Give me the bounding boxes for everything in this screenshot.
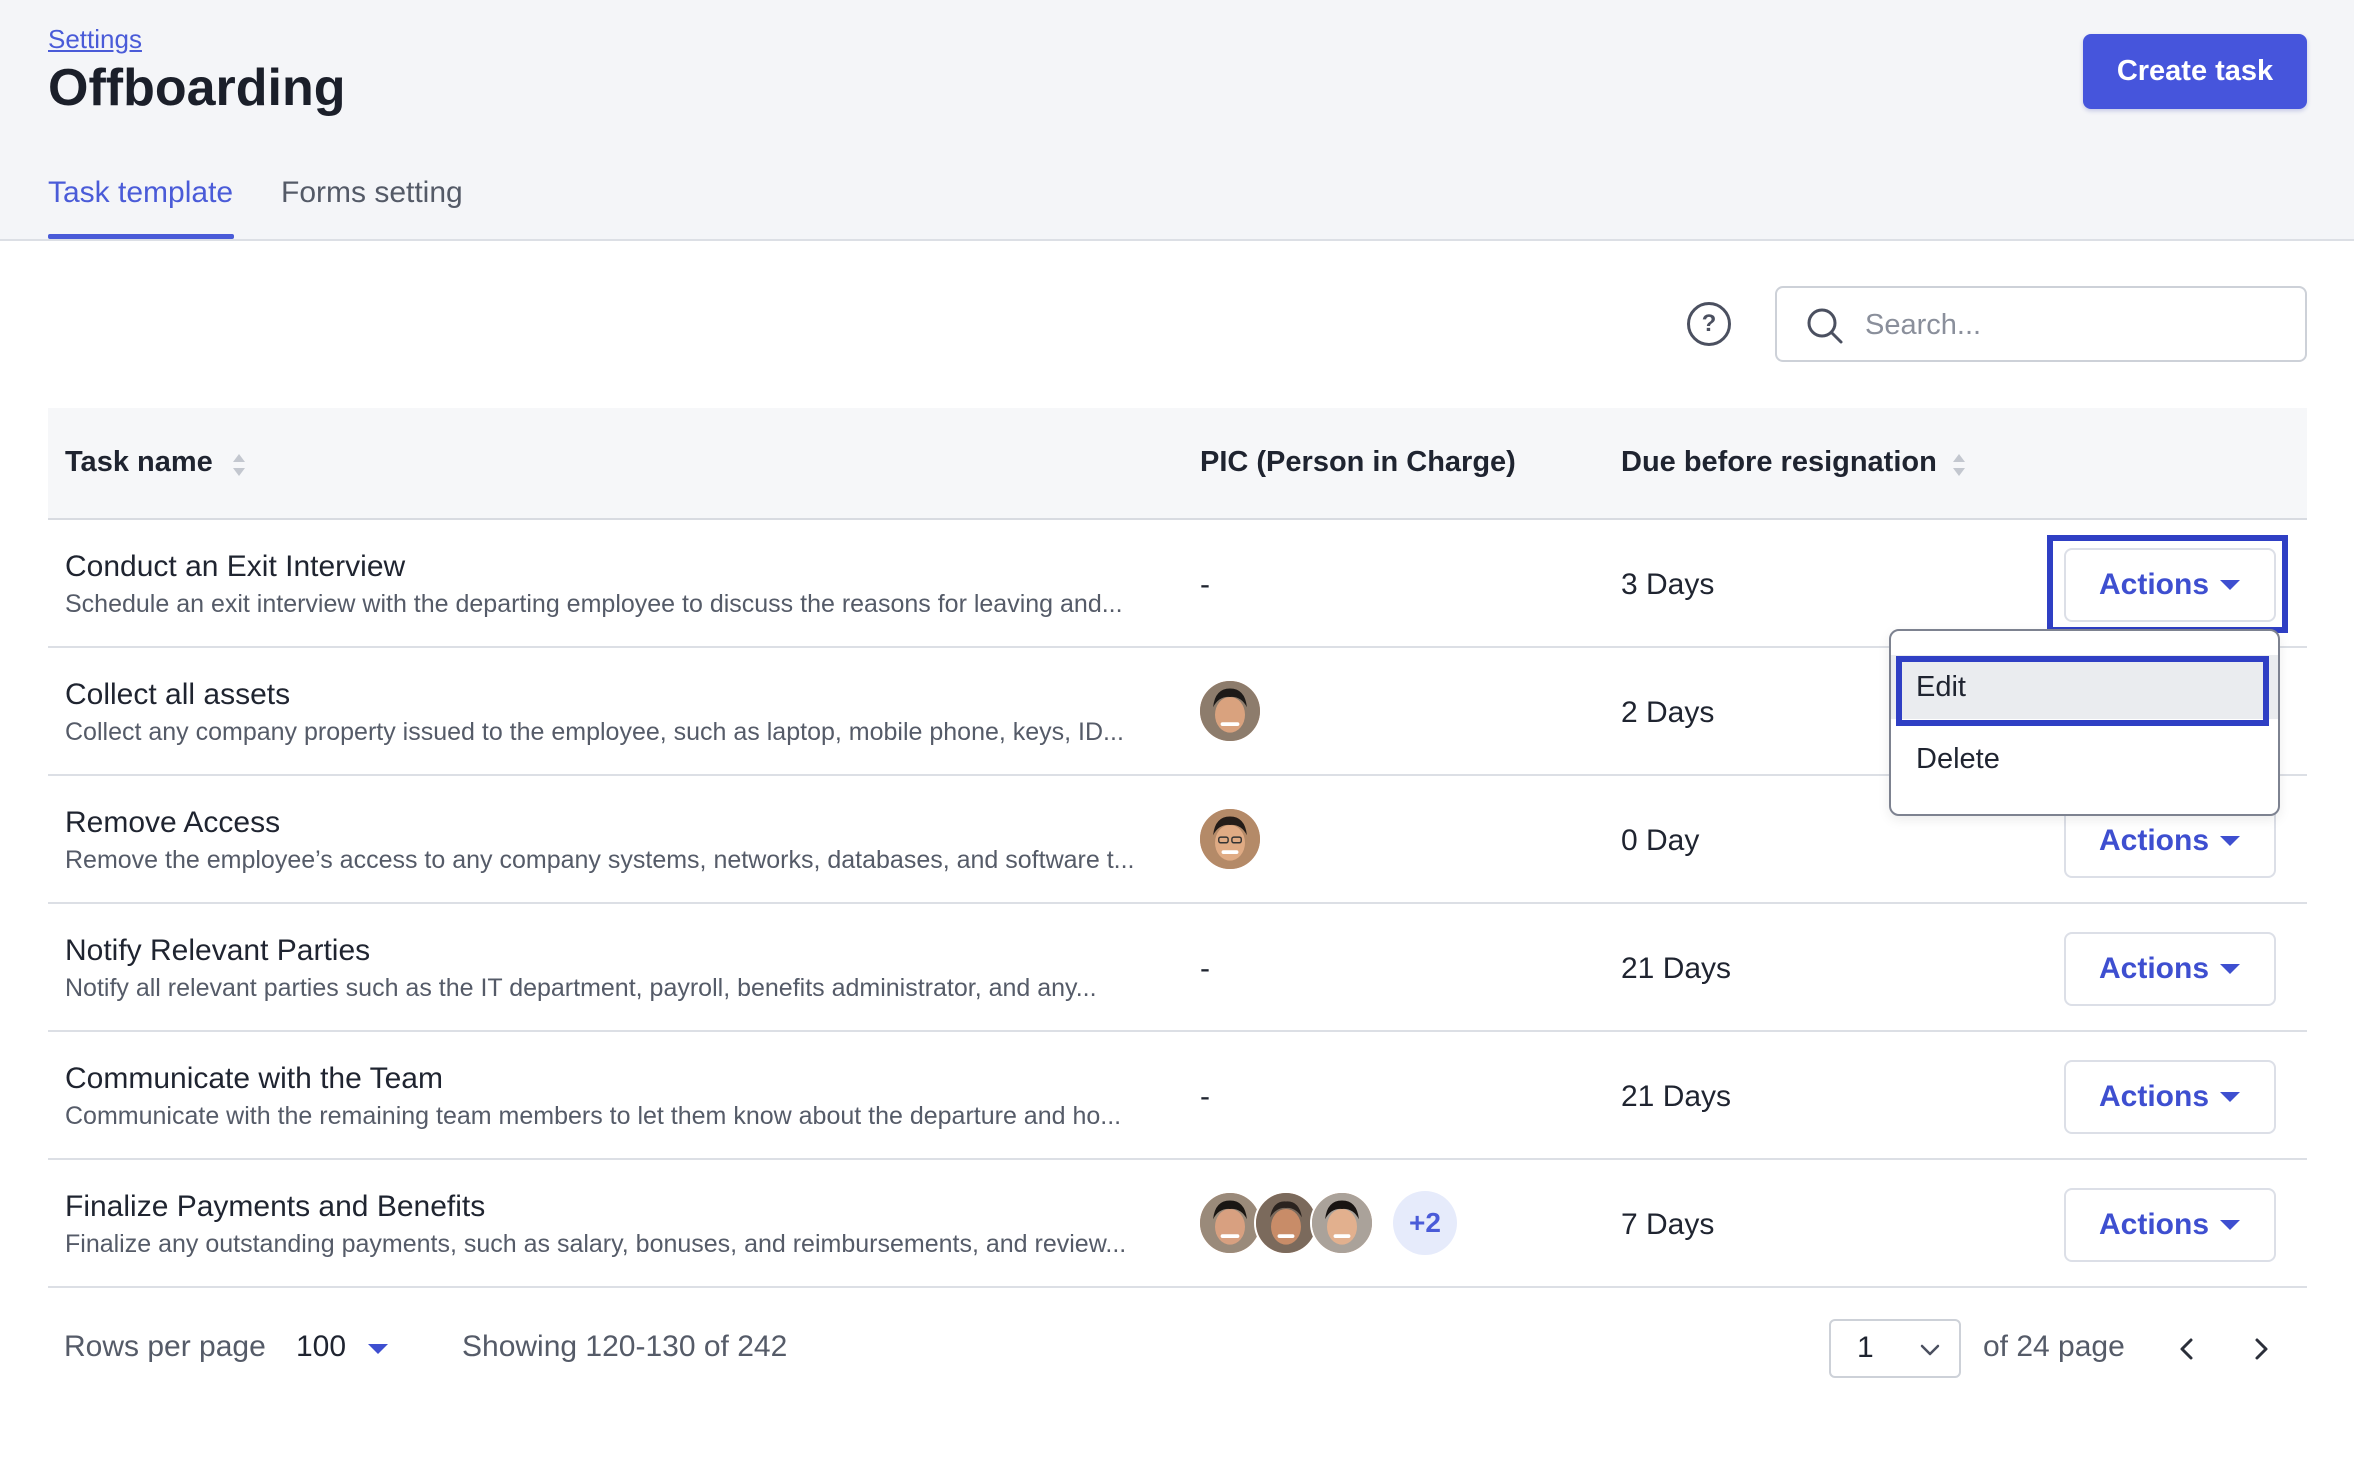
due-value: 21 Days — [1621, 952, 1732, 985]
due-value: 3 Days — [1621, 568, 1715, 601]
caret-down-icon — [2220, 1220, 2240, 1230]
sort-icon[interactable] — [231, 452, 247, 478]
task-description: Remove the employee’s access to any comp… — [65, 846, 1135, 874]
task-description: Schedule an exit interview with the depa… — [65, 590, 1123, 618]
task-title: Finalize Payments and Benefits — [65, 1190, 486, 1223]
showing-range-text: Showing 120-130 of 242 — [462, 1330, 788, 1363]
due-value: 21 Days — [1621, 1080, 1732, 1113]
caret-down-icon — [2220, 964, 2240, 974]
due-value: 0 Day — [1621, 824, 1700, 857]
breadcrumb-settings[interactable]: Settings — [48, 24, 142, 55]
person-avatar-icon — [1200, 681, 1260, 741]
chevron-right-icon[interactable] — [2244, 1332, 2278, 1366]
person-avatar-icon — [1200, 1193, 1260, 1253]
tab-forms-setting[interactable]: Forms setting — [281, 176, 463, 210]
focus-highlight-actions — [2047, 535, 2288, 633]
page-number-select[interactable]: 1 — [1829, 1319, 1961, 1378]
rows-per-page-value[interactable]: 100 — [296, 1330, 346, 1364]
tab-task-template[interactable]: Task template — [48, 176, 233, 210]
sort-icon[interactable] — [1951, 452, 1967, 478]
avatar[interactable] — [1254, 1191, 1318, 1255]
task-description: Notify all relevant parties such as the … — [65, 974, 1097, 1002]
actions-label: Actions — [2099, 824, 2210, 857]
column-header-pic: PIC (Person in Charge) — [1200, 446, 1516, 478]
pic-empty: - — [1200, 568, 1210, 601]
task-title: Remove Access — [65, 806, 281, 839]
more-avatars-badge[interactable]: +2 — [1393, 1191, 1457, 1255]
search-icon — [1807, 308, 1843, 344]
page-number-value: 1 — [1857, 1331, 1874, 1364]
task-description: Finalize any outstanding payments, such … — [65, 1230, 1127, 1258]
column-header-due[interactable]: Due before resignation — [1621, 446, 1937, 479]
task-title: Conduct an Exit Interview — [65, 550, 406, 583]
actions-button[interactable]: Actions — [2064, 1188, 2276, 1262]
actions-label: Actions — [2099, 1080, 2210, 1113]
due-value: 2 Days — [1621, 696, 1715, 729]
task-description: Communicate with the remaining team memb… — [65, 1102, 1122, 1130]
page-total-text: of 24 page — [1983, 1330, 2125, 1363]
task-title: Communicate with the Team — [65, 1062, 443, 1095]
avatar[interactable] — [1198, 807, 1262, 871]
active-tab-indicator — [48, 234, 234, 239]
pic-empty: - — [1200, 952, 1210, 985]
person-avatar-icon — [1200, 809, 1260, 869]
avatar[interactable] — [1198, 1191, 1262, 1255]
rows-per-page-label: Rows per page — [64, 1330, 266, 1363]
chevron-down-icon — [1920, 1344, 1940, 1356]
task-title: Collect all assets — [65, 678, 291, 711]
person-avatar-icon — [1312, 1193, 1372, 1253]
avatar[interactable] — [1198, 679, 1262, 743]
pic-empty: - — [1200, 1080, 1210, 1113]
caret-down-icon — [2220, 1092, 2240, 1102]
actions-button[interactable]: Actions — [2064, 1060, 2276, 1134]
table-header: Task name PIC (Person in Charge) Due bef… — [48, 408, 2307, 520]
caret-down-icon[interactable] — [368, 1344, 388, 1354]
question-circle-icon[interactable]: ? — [1687, 302, 1731, 346]
page-title: Offboarding — [48, 59, 346, 117]
column-header-task-name[interactable]: Task name — [65, 446, 213, 479]
due-value: 7 Days — [1621, 1208, 1715, 1241]
actions-label: Actions — [2099, 952, 2210, 985]
create-task-button[interactable]: Create task — [2083, 34, 2307, 109]
search-field[interactable] — [1775, 286, 2307, 362]
actions-label: Actions — [2099, 1208, 2210, 1241]
table-row: Finalize Payments and Benefits Finalize … — [48, 1160, 2307, 1288]
caret-down-icon — [2220, 836, 2240, 846]
task-title: Notify Relevant Parties — [65, 934, 371, 967]
focus-highlight-edit — [1896, 656, 2269, 726]
avatar[interactable] — [1310, 1191, 1374, 1255]
page-header: Settings Offboarding Create task Task te… — [0, 0, 2354, 241]
chevron-left-icon[interactable] — [2170, 1332, 2204, 1366]
task-description: Collect any company property issued to t… — [65, 718, 1124, 746]
search-input[interactable] — [1865, 302, 2285, 348]
actions-button[interactable]: Actions — [2064, 932, 2276, 1006]
table-row: Notify Relevant Parties Notify all relev… — [48, 904, 2307, 1032]
person-avatar-icon — [1256, 1193, 1316, 1253]
table-row: Communicate with the Team Communicate wi… — [48, 1032, 2307, 1160]
menu-item-delete[interactable]: Delete — [1891, 727, 2278, 791]
